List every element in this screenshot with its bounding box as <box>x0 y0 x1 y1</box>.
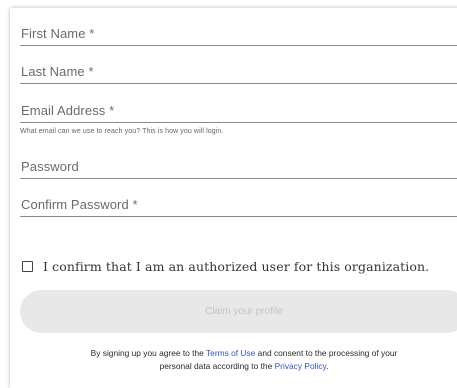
first-name-label-text: First Name <box>21 26 86 41</box>
terms-prefix: By signing up you agree to the <box>90 348 206 358</box>
privacy-policy-link[interactable]: Privacy Policy <box>275 361 327 371</box>
last-name-required-marker: * <box>88 64 94 79</box>
confirm-password-label-text: Confirm Password <box>21 197 129 212</box>
terms-notice: By signing up you agree to the Terms of … <box>20 347 457 373</box>
registration-card: First Name * Last Name * Email Address *… <box>10 8 457 388</box>
confirm-password-label: Confirm Password * <box>21 197 138 212</box>
password-field[interactable]: Password <box>20 155 457 179</box>
password-label: Password <box>21 159 79 174</box>
confirm-password-required-marker: * <box>132 197 138 212</box>
claim-profile-button[interactable]: Claim your profile <box>20 290 457 333</box>
first-name-label: First Name * <box>21 26 94 41</box>
terms-of-use-link[interactable]: Terms of Use <box>206 348 255 358</box>
email-label: Email Address * <box>21 103 114 118</box>
last-name-label: Last Name * <box>21 64 94 79</box>
first-name-required-marker: * <box>89 26 95 41</box>
authorization-checkbox[interactable] <box>22 260 33 272</box>
terms-suffix: . <box>326 361 329 371</box>
confirm-password-field[interactable]: Confirm Password * <box>20 193 457 217</box>
last-name-label-text: Last Name <box>21 64 85 79</box>
first-name-field[interactable]: First Name * <box>20 22 457 46</box>
email-field[interactable]: Email Address * <box>20 99 457 123</box>
terms-line-1: By signing up you agree to the Terms of … <box>20 347 457 360</box>
terms-middle: and consent to the processing of your <box>255 348 398 358</box>
terms-line-2: personal data according to the Privacy P… <box>20 360 457 373</box>
email-hint: What email can we use to reach you? This… <box>20 128 224 135</box>
last-name-field[interactable]: Last Name * <box>20 60 457 84</box>
email-required-marker: * <box>109 103 115 118</box>
terms-line2-prefix: personal data according to the <box>159 361 275 371</box>
email-label-text: Email Address <box>21 103 106 118</box>
authorization-label[interactable]: I confirm that I am an authorized user f… <box>43 259 429 274</box>
authorization-row: I confirm that I am an authorized user f… <box>22 257 429 275</box>
